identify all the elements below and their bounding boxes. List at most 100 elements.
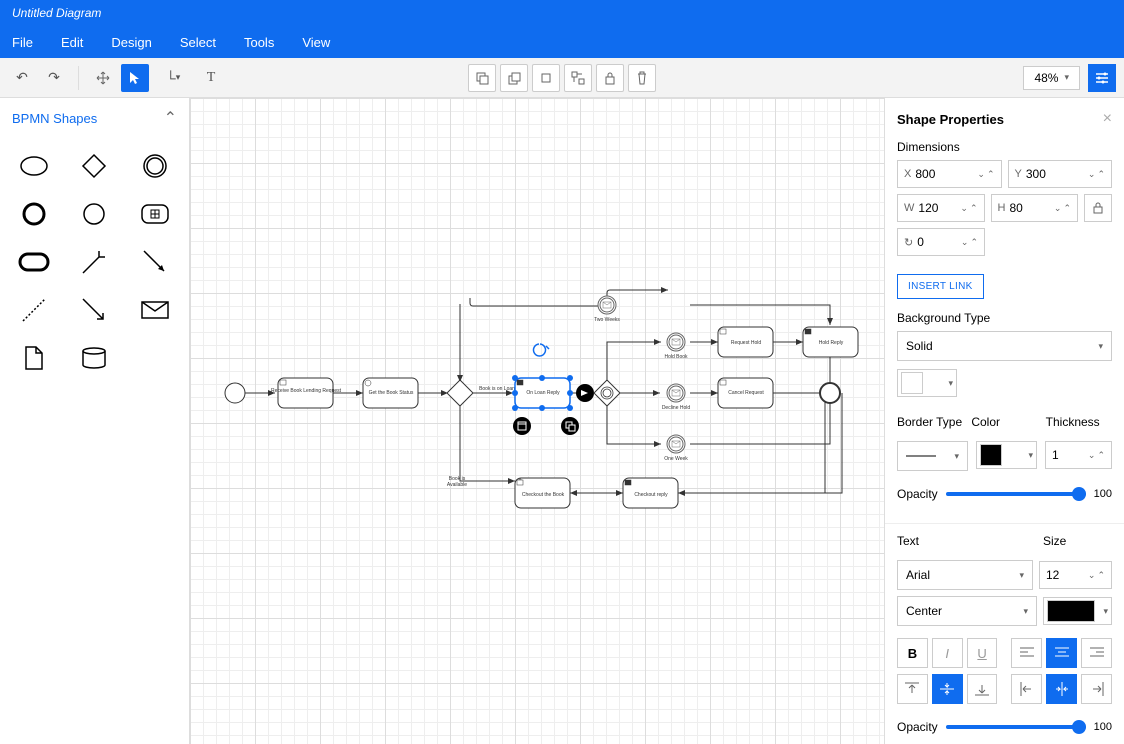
- border-color-select[interactable]: ▾: [976, 441, 1037, 469]
- cut-button[interactable]: [532, 64, 560, 92]
- valign-middle-button[interactable]: [932, 674, 963, 704]
- h-input[interactable]: H80⌄⌃: [991, 194, 1079, 222]
- rotate-input[interactable]: ↻0⌄⌃: [897, 228, 985, 256]
- svg-text:Receive Book Lending Request: Receive Book Lending Request: [271, 388, 342, 394]
- menu-select[interactable]: Select: [180, 35, 216, 50]
- text-opacity-slider[interactable]: [946, 725, 1086, 729]
- gateway-2[interactable]: [594, 380, 620, 406]
- shape-database[interactable]: [64, 334, 124, 382]
- shape-document[interactable]: [4, 334, 64, 382]
- menu-design[interactable]: Design: [111, 35, 151, 50]
- event-oneweek[interactable]: [667, 435, 685, 453]
- shape-arrow[interactable]: [125, 238, 185, 286]
- font-select[interactable]: Arial▾: [897, 560, 1033, 590]
- svg-text:One Week: One Week: [664, 456, 688, 462]
- zoom-value: 48%: [1034, 71, 1058, 85]
- end-event[interactable]: [820, 383, 840, 403]
- svg-text:Request Hold: Request Hold: [731, 340, 762, 346]
- w-input[interactable]: W120⌄⌃: [897, 194, 985, 222]
- halign-center-button[interactable]: [1046, 674, 1077, 704]
- svg-text:Checkout the Book: Checkout the Book: [522, 492, 565, 498]
- y-input[interactable]: Y300⌄⌃: [1008, 160, 1113, 188]
- text-label: Text: [897, 534, 1035, 548]
- shape-thick-circle[interactable]: [4, 190, 64, 238]
- shape-envelope[interactable]: [125, 286, 185, 334]
- shape-open-arrow[interactable]: [64, 286, 124, 334]
- undo-button[interactable]: ↶: [8, 64, 36, 92]
- border-style-select[interactable]: ▾: [897, 441, 968, 471]
- properties-panel: Shape Properties × Dimensions X800⌄⌃ Y30…: [884, 98, 1124, 744]
- x-input[interactable]: X800⌄⌃: [897, 160, 1002, 188]
- shape-circle[interactable]: [64, 190, 124, 238]
- event-holdbook[interactable]: [667, 333, 685, 351]
- shape-stadium[interactable]: [4, 238, 64, 286]
- settings-button[interactable]: [1088, 64, 1116, 92]
- aspect-lock-button[interactable]: [1084, 194, 1112, 222]
- align-select[interactable]: Center▾: [897, 596, 1037, 626]
- pointer-button[interactable]: [121, 64, 149, 92]
- event-twoweeks[interactable]: [598, 296, 616, 314]
- menu-edit[interactable]: Edit: [61, 35, 83, 50]
- svg-text:Hold Reply: Hold Reply: [819, 340, 844, 346]
- align-left-button[interactable]: [1011, 638, 1042, 668]
- size-label: Size: [1043, 534, 1112, 548]
- shapes-sidebar: BPMN Shapes ⌃: [0, 98, 190, 744]
- shape-dotted-line[interactable]: [4, 286, 64, 334]
- underline-button[interactable]: U: [967, 638, 998, 668]
- bg-type-label: Background Type: [897, 311, 1112, 325]
- bg-color-select[interactable]: ▾: [897, 369, 957, 397]
- delete-button[interactable]: [628, 64, 656, 92]
- bold-button[interactable]: B: [897, 638, 928, 668]
- shape-line-angled[interactable]: [64, 238, 124, 286]
- menubar: File Edit Design Select Tools View: [0, 26, 1124, 58]
- thickness-input[interactable]: 1⌄⌃: [1045, 441, 1112, 469]
- svg-text:On Loan Reply: On Loan Reply: [526, 390, 560, 396]
- text-opacity-value: 100: [1094, 721, 1112, 733]
- svg-text:Book is on Loan: Book is on Loan: [479, 386, 515, 392]
- text-button[interactable]: T: [197, 64, 225, 92]
- menu-tools[interactable]: Tools: [244, 35, 274, 50]
- align-right-button[interactable]: [1081, 638, 1112, 668]
- titlebar: Untitled Diagram: [0, 0, 1124, 26]
- gateway-1[interactable]: [447, 380, 473, 406]
- copy-button[interactable]: [468, 64, 496, 92]
- sidebar-title: BPMN Shapes: [12, 111, 97, 126]
- menu-view[interactable]: View: [302, 35, 330, 50]
- redo-button[interactable]: ↷: [40, 64, 68, 92]
- svg-text:Get the Book Status: Get the Book Status: [369, 390, 414, 396]
- svg-text:Checkout reply: Checkout reply: [634, 492, 668, 498]
- opacity-slider[interactable]: [946, 492, 1086, 496]
- menu-file[interactable]: File: [12, 35, 33, 50]
- dimensions-label: Dimensions: [897, 140, 1112, 154]
- shape-double-circle[interactable]: [125, 142, 185, 190]
- text-color-select[interactable]: ▾: [1043, 597, 1112, 625]
- font-size-input[interactable]: 12⌄⌃: [1039, 561, 1112, 589]
- lock-button[interactable]: [596, 64, 624, 92]
- valign-bottom-button[interactable]: [967, 674, 998, 704]
- connector-button[interactable]: └ ▾: [153, 64, 193, 92]
- svg-text:Hold Book: Hold Book: [664, 354, 688, 360]
- event-declinehold[interactable]: [667, 384, 685, 402]
- color-label: Color: [971, 415, 1037, 429]
- halign-left-button[interactable]: [1011, 674, 1042, 704]
- insert-link-button[interactable]: INSERT LINK: [897, 274, 984, 299]
- align-center-button[interactable]: [1046, 638, 1077, 668]
- bg-type-select[interactable]: Solid▾: [897, 331, 1112, 361]
- shape-rounded-rect[interactable]: [125, 190, 185, 238]
- toolbar: ↶ ↷ └ ▾ T 48% ▾: [0, 58, 1124, 98]
- shape-ellipse[interactable]: [4, 142, 64, 190]
- paste-button[interactable]: [500, 64, 528, 92]
- close-properties-button[interactable]: ×: [1103, 110, 1112, 128]
- opacity-label: Opacity: [897, 487, 938, 501]
- shape-diamond[interactable]: [64, 142, 124, 190]
- halign-right-button[interactable]: [1081, 674, 1112, 704]
- zoom-select[interactable]: 48% ▾: [1023, 66, 1080, 90]
- diagram-svg: Book is on Loan Book is Available: [190, 98, 884, 744]
- diagram-canvas[interactable]: Book is on Loan Book is Available: [190, 98, 884, 744]
- italic-button[interactable]: I: [932, 638, 963, 668]
- start-event[interactable]: [225, 383, 245, 403]
- pan-button[interactable]: [89, 64, 117, 92]
- group-button[interactable]: [564, 64, 592, 92]
- sidebar-header[interactable]: BPMN Shapes ⌃: [0, 98, 189, 138]
- valign-top-button[interactable]: [897, 674, 928, 704]
